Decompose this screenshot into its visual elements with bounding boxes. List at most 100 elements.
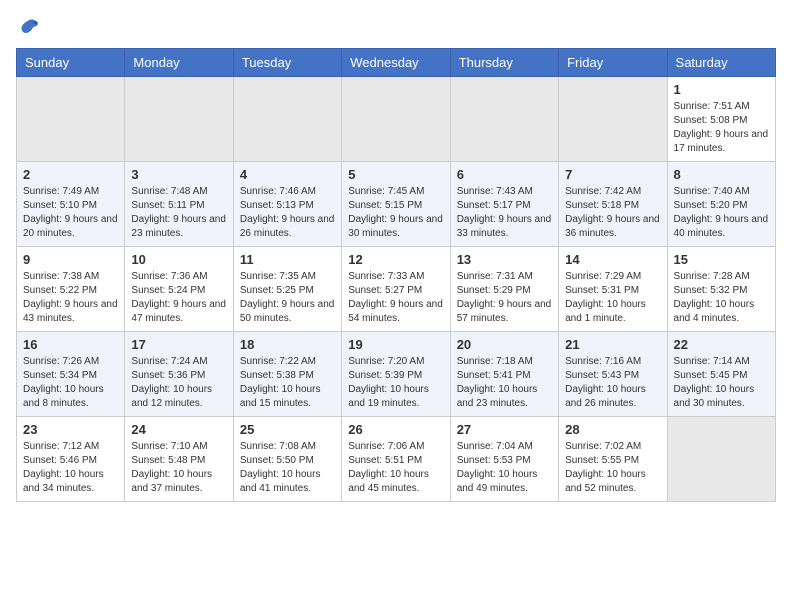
- day-info: Sunrise: 7:33 AM Sunset: 5:27 PM Dayligh…: [348, 270, 443, 326]
- day-number: 9: [23, 252, 118, 267]
- calendar-week-row: 9 Sunrise: 7:38 AM Sunset: 5:22 PM Daylig…: [17, 247, 776, 332]
- day-info: Sunrise: 7:06 AM Sunset: 5:51 PM Dayligh…: [348, 440, 443, 496]
- calendar-cell: 16 Sunrise: 7:26 AM Sunset: 5:34 PM Dayli…: [17, 332, 125, 417]
- calendar-header-sunday: Sunday: [17, 49, 125, 77]
- calendar-cell: 11 Sunrise: 7:35 AM Sunset: 5:25 PM Dayli…: [233, 247, 341, 332]
- day-info: Sunrise: 7:49 AM Sunset: 5:10 PM Dayligh…: [23, 185, 118, 241]
- day-info: Sunrise: 7:14 AM Sunset: 5:45 PM Dayligh…: [674, 355, 769, 411]
- day-number: 1: [674, 82, 769, 97]
- day-info: Sunrise: 7:42 AM Sunset: 5:18 PM Dayligh…: [565, 185, 660, 241]
- day-number: 13: [457, 252, 552, 267]
- calendar-cell: 18 Sunrise: 7:22 AM Sunset: 5:38 PM Dayli…: [233, 332, 341, 417]
- day-number: 4: [240, 167, 335, 182]
- day-info: Sunrise: 7:26 AM Sunset: 5:34 PM Dayligh…: [23, 355, 118, 411]
- calendar-cell: 3 Sunrise: 7:48 AM Sunset: 5:11 PM Daylig…: [125, 162, 233, 247]
- day-info: Sunrise: 7:35 AM Sunset: 5:25 PM Dayligh…: [240, 270, 335, 326]
- calendar-cell: 10 Sunrise: 7:36 AM Sunset: 5:24 PM Dayli…: [125, 247, 233, 332]
- day-number: 6: [457, 167, 552, 182]
- day-number: 15: [674, 252, 769, 267]
- calendar-cell: [125, 77, 233, 162]
- day-info: Sunrise: 7:22 AM Sunset: 5:38 PM Dayligh…: [240, 355, 335, 411]
- logo-bird-icon: [16, 16, 40, 40]
- page-header: [16, 16, 776, 40]
- day-info: Sunrise: 7:45 AM Sunset: 5:15 PM Dayligh…: [348, 185, 443, 241]
- day-number: 21: [565, 337, 660, 352]
- calendar-cell: 9 Sunrise: 7:38 AM Sunset: 5:22 PM Daylig…: [17, 247, 125, 332]
- day-number: 28: [565, 422, 660, 437]
- calendar-cell: 25 Sunrise: 7:08 AM Sunset: 5:50 PM Dayli…: [233, 417, 341, 502]
- day-info: Sunrise: 7:12 AM Sunset: 5:46 PM Dayligh…: [23, 440, 118, 496]
- calendar-cell: [667, 417, 775, 502]
- calendar-cell: 19Sunrise: 7:20 AM Sunset: 5:39 PM Dayli…: [342, 332, 450, 417]
- day-info: Sunrise: 7:31 AM Sunset: 5:29 PM Dayligh…: [457, 270, 552, 326]
- day-number: 5: [348, 167, 443, 182]
- calendar-cell: [17, 77, 125, 162]
- calendar-week-row: 16 Sunrise: 7:26 AM Sunset: 5:34 PM Dayli…: [17, 332, 776, 417]
- calendar-cell: 12 Sunrise: 7:33 AM Sunset: 5:27 PM Dayli…: [342, 247, 450, 332]
- day-number: 24: [131, 422, 226, 437]
- day-number: 18: [240, 337, 335, 352]
- day-number: 8: [674, 167, 769, 182]
- calendar-cell: 14 Sunrise: 7:29 AM Sunset: 5:31 PM Dayli…: [559, 247, 667, 332]
- calendar-header-friday: Friday: [559, 49, 667, 77]
- day-number: 27: [457, 422, 552, 437]
- calendar-cell: 28 Sunrise: 7:02 AM Sunset: 5:55 PM Dayli…: [559, 417, 667, 502]
- day-info: Sunrise: 7:10 AM Sunset: 5:48 PM Dayligh…: [131, 440, 226, 496]
- day-number: 2: [23, 167, 118, 182]
- day-number: 26: [348, 422, 443, 437]
- calendar-cell: [450, 77, 558, 162]
- calendar-cell: [233, 77, 341, 162]
- calendar-cell: 13 Sunrise: 7:31 AM Sunset: 5:29 PM Dayli…: [450, 247, 558, 332]
- calendar-cell: 2 Sunrise: 7:49 AM Sunset: 5:10 PM Daylig…: [17, 162, 125, 247]
- calendar-cell: [559, 77, 667, 162]
- calendar-cell: 23 Sunrise: 7:12 AM Sunset: 5:46 PM Dayli…: [17, 417, 125, 502]
- calendar-cell: 21 Sunrise: 7:16 AM Sunset: 5:43 PM Dayli…: [559, 332, 667, 417]
- day-number: 11: [240, 252, 335, 267]
- calendar-cell: 8 Sunrise: 7:40 AM Sunset: 5:20 PM Daylig…: [667, 162, 775, 247]
- day-info: Sunrise: 7:08 AM Sunset: 5:50 PM Dayligh…: [240, 440, 335, 496]
- day-number: 17: [131, 337, 226, 352]
- day-info: Sunrise: 7:04 AM Sunset: 5:53 PM Dayligh…: [457, 440, 552, 496]
- calendar-week-row: 2 Sunrise: 7:49 AM Sunset: 5:10 PM Daylig…: [17, 162, 776, 247]
- day-number: 16: [23, 337, 118, 352]
- calendar-header-row: SundayMondayTuesdayWednesdayThursdayFrid…: [17, 49, 776, 77]
- calendar-header-saturday: Saturday: [667, 49, 775, 77]
- day-info: Sunrise: 7:16 AM Sunset: 5:43 PM Dayligh…: [565, 355, 660, 411]
- day-number: 10: [131, 252, 226, 267]
- day-number: 12: [348, 252, 443, 267]
- day-number: 7: [565, 167, 660, 182]
- day-number: 22: [674, 337, 769, 352]
- day-number: 14: [565, 252, 660, 267]
- day-info: Sunrise: 7:48 AM Sunset: 5:11 PM Dayligh…: [131, 185, 226, 241]
- day-info: Sunrise: 7:28 AM Sunset: 5:32 PM Dayligh…: [674, 270, 769, 326]
- day-info: Sunrise: 7:29 AM Sunset: 5:31 PM Dayligh…: [565, 270, 660, 326]
- calendar-week-row: 23 Sunrise: 7:12 AM Sunset: 5:46 PM Dayli…: [17, 417, 776, 502]
- day-info: Sunrise: 7:02 AM Sunset: 5:55 PM Dayligh…: [565, 440, 660, 496]
- calendar-cell: 7 Sunrise: 7:42 AM Sunset: 5:18 PM Daylig…: [559, 162, 667, 247]
- day-info: Sunrise: 7:36 AM Sunset: 5:24 PM Dayligh…: [131, 270, 226, 326]
- calendar-cell: 1 Sunrise: 7:51 AM Sunset: 5:08 PM Daylig…: [667, 77, 775, 162]
- calendar-cell: 20 Sunrise: 7:18 AM Sunset: 5:41 PM Dayli…: [450, 332, 558, 417]
- calendar-table: SundayMondayTuesdayWednesdayThursdayFrid…: [16, 48, 776, 502]
- calendar-cell: [342, 77, 450, 162]
- day-info: Sunrise: 7:18 AM Sunset: 5:41 PM Dayligh…: [457, 355, 552, 411]
- calendar-header-wednesday: Wednesday: [342, 49, 450, 77]
- calendar-week-row: 1 Sunrise: 7:51 AM Sunset: 5:08 PM Daylig…: [17, 77, 776, 162]
- day-info: Sunrise: 7:43 AM Sunset: 5:17 PM Dayligh…: [457, 185, 552, 241]
- day-info: Sunrise: 7:38 AM Sunset: 5:22 PM Dayligh…: [23, 270, 118, 326]
- day-info: Sunrise: 7:40 AM Sunset: 5:20 PM Dayligh…: [674, 185, 769, 241]
- calendar-cell: 22 Sunrise: 7:14 AM Sunset: 5:45 PM Dayli…: [667, 332, 775, 417]
- day-info: Sunrise: 7:24 AM Sunset: 5:36 PM Dayligh…: [131, 355, 226, 411]
- calendar-cell: 17 Sunrise: 7:24 AM Sunset: 5:36 PM Dayli…: [125, 332, 233, 417]
- calendar-cell: 27 Sunrise: 7:04 AM Sunset: 5:53 PM Dayli…: [450, 417, 558, 502]
- calendar-cell: 26 Sunrise: 7:06 AM Sunset: 5:51 PM Dayli…: [342, 417, 450, 502]
- day-number: 23: [23, 422, 118, 437]
- calendar-cell: 4Sunrise: 7:46 AM Sunset: 5:13 PM Daylig…: [233, 162, 341, 247]
- day-info: Sunrise: 7:20 AM Sunset: 5:39 PM Dayligh…: [348, 355, 443, 411]
- day-number: 3: [131, 167, 226, 182]
- calendar-cell: 5 Sunrise: 7:45 AM Sunset: 5:15 PM Daylig…: [342, 162, 450, 247]
- day-number: 20: [457, 337, 552, 352]
- day-info: Sunrise: 7:51 AM Sunset: 5:08 PM Dayligh…: [674, 100, 769, 156]
- day-number: 25: [240, 422, 335, 437]
- calendar-cell: 15 Sunrise: 7:28 AM Sunset: 5:32 PM Dayli…: [667, 247, 775, 332]
